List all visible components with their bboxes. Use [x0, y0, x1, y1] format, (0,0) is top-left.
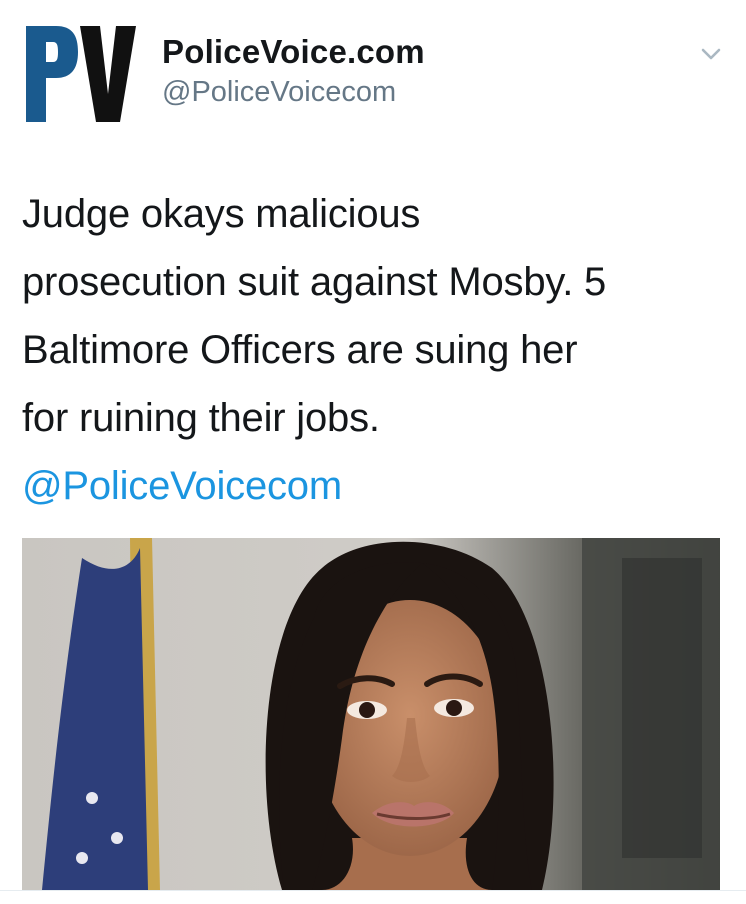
display-name[interactable]: PoliceVoice.com	[162, 32, 425, 72]
tweet-text-line: Baltimore Officers are suing her	[22, 328, 578, 372]
tweet-media-photo[interactable]	[22, 538, 720, 890]
mention-link[interactable]: @PoliceVoicecom	[22, 452, 734, 520]
tweet-text-line: for ruining their jobs.	[22, 396, 380, 440]
user-handle[interactable]: @PoliceVoicecom	[162, 74, 425, 110]
chevron-down-icon[interactable]	[696, 44, 726, 64]
tweet-text-line: Judge okays malicious	[22, 192, 421, 236]
divider	[0, 890, 746, 891]
author-block: PoliceVoice.com @PoliceVoicecom	[162, 32, 425, 110]
tweet-text: Judge okays malicious prosecution suit a…	[22, 180, 734, 520]
pv-logo	[26, 26, 136, 122]
tweet-card: PoliceVoice.com @PoliceVoicecom Judge ok…	[0, 0, 746, 904]
tweet-text-line: prosecution suit against Mosby. 5	[22, 260, 607, 304]
photo-woman-portrait	[22, 538, 720, 890]
avatar[interactable]	[22, 22, 140, 126]
